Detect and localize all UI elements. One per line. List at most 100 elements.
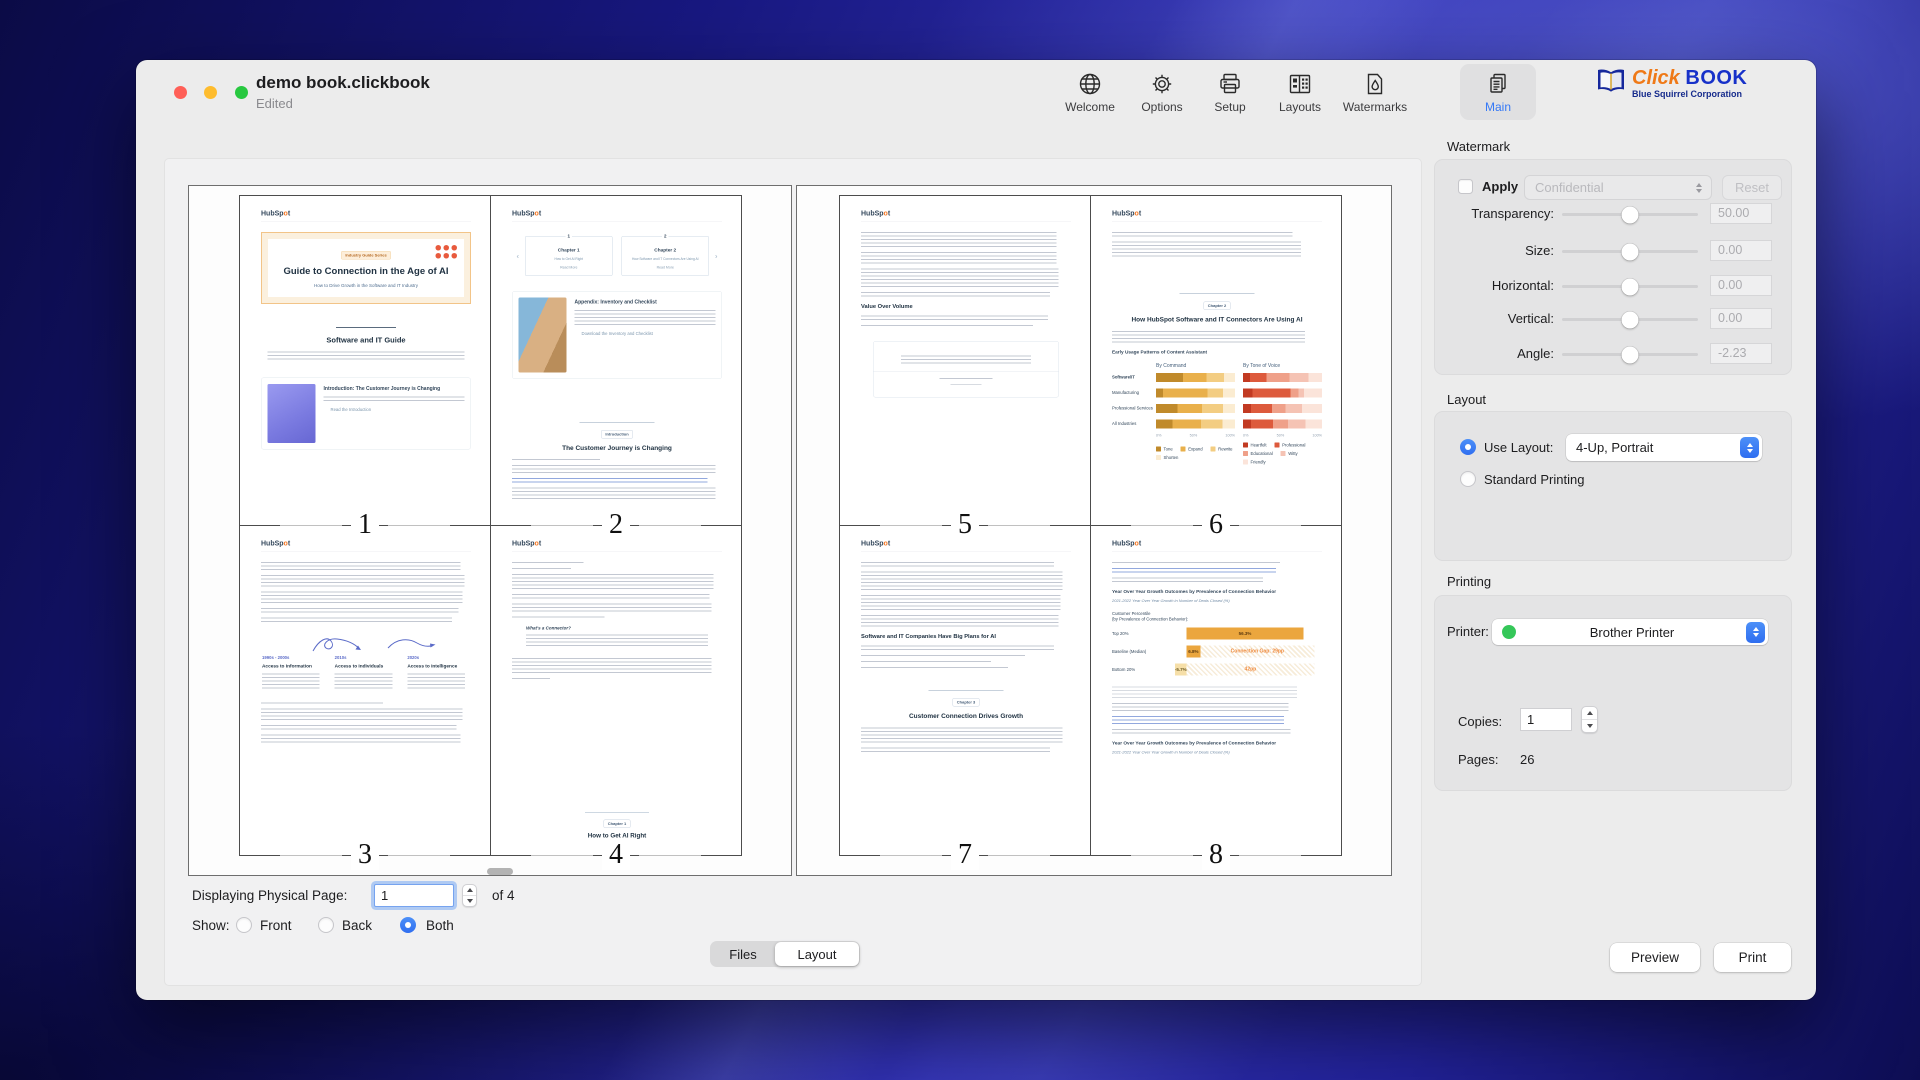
page-stepper[interactable]	[462, 884, 477, 907]
chapter-heading: Introduction The Customer Journey is Chan…	[512, 422, 722, 452]
size-value[interactable]: 0.00	[1710, 240, 1772, 261]
slider-knob[interactable]	[1622, 278, 1639, 295]
horizontal-value[interactable]: 0.00	[1710, 275, 1772, 296]
paragraph-lines	[324, 396, 465, 401]
book-icon	[1596, 68, 1626, 100]
page-number: 6	[1091, 510, 1341, 540]
tab-files[interactable]: Files	[711, 942, 775, 966]
select-stepper-icon	[1689, 177, 1708, 198]
squiggle-arrow-icon	[312, 636, 362, 657]
zoom-button[interactable]	[235, 86, 248, 99]
mini-page-8: HubSpotYear Over Year Growth Outcomes by…	[1090, 525, 1342, 856]
angle-slider[interactable]	[1562, 353, 1698, 356]
card-link: Download the Inventory and Checklist	[582, 331, 716, 336]
mini-page-5: HubSpotValue Over Volume5	[839, 195, 1091, 526]
stepper-up[interactable]	[1582, 707, 1597, 719]
chart-heading: Year Over Year Growth Outcomes by Preval…	[1112, 740, 1322, 746]
page-number: 5	[840, 510, 1090, 540]
watermark-preset-select[interactable]: Confidential	[1524, 175, 1712, 200]
chart-annotation: 42pp	[1245, 667, 1257, 673]
toolbar-options[interactable]: Options	[1124, 64, 1200, 120]
radio-back-label: Back	[342, 918, 372, 933]
radio-back[interactable]	[318, 917, 334, 933]
radio-front[interactable]	[236, 917, 252, 933]
chapter-badge: Introduction	[601, 430, 633, 439]
physical-sheet-front: HubSpotIndustry Guide SeriesGuide to Con…	[188, 185, 792, 876]
stacked-bar	[1156, 388, 1235, 397]
clickbook-logo: Click BOOK Blue Squirrel Corporation	[1596, 68, 1747, 100]
chapter-carousel: ‹1Chapter 1How to Get AI RightRead More2…	[525, 236, 709, 276]
tab-layout[interactable]: Layout	[775, 942, 859, 966]
copies-input[interactable]	[1520, 708, 1572, 731]
chart-bar: 56.3%	[1186, 627, 1303, 639]
use-layout-radio[interactable]	[1460, 439, 1476, 455]
toolbar-layouts[interactable]: Layouts	[1262, 64, 1338, 120]
paragraph-lines	[407, 674, 465, 689]
standard-printing-radio[interactable]	[1460, 471, 1476, 487]
transparency-row: Transparency: 50.00	[1434, 203, 1792, 225]
chapter-title: The Customer Journey is Changing	[512, 443, 722, 452]
window-title: demo book.clickbook	[256, 73, 430, 93]
layout-section-title: Layout	[1447, 392, 1486, 407]
radio-front-label: Front	[260, 918, 292, 933]
radio-both[interactable]	[400, 917, 416, 933]
paragraph-lines	[512, 594, 709, 599]
chart-subtitle: 2021-2022 Year Over Year Growth in Numbe…	[1112, 599, 1322, 604]
stacked-bar	[1156, 404, 1235, 413]
use-layout-label: Use Layout:	[1484, 440, 1553, 455]
slider-knob[interactable]	[1622, 346, 1639, 363]
transparency-value[interactable]: 50.00	[1710, 203, 1772, 224]
layout-select[interactable]: 4-Up, Portrait	[1566, 434, 1762, 461]
vertical-value[interactable]: 0.00	[1710, 308, 1772, 329]
logo-book: BOOK	[1685, 67, 1747, 89]
transparency-slider[interactable]	[1562, 213, 1698, 216]
chart-annotation: Connection Gap: 29pp	[1231, 649, 1284, 655]
chart-bar: 6.8%	[1186, 645, 1200, 657]
chart-hatch: 42pp	[1186, 663, 1314, 675]
slider-knob[interactable]	[1622, 206, 1639, 223]
page-count-label: of 4	[492, 888, 515, 903]
chart-subtitle: 2021-2022 Year Over Year Growth in Numbe…	[1112, 750, 1322, 755]
angle-value[interactable]: -2.23	[1710, 343, 1772, 364]
stepper-up[interactable]	[463, 885, 476, 895]
toolbar-main[interactable]: Main	[1460, 64, 1536, 120]
page-field-label: Displaying Physical Page:	[192, 888, 347, 903]
print-button[interactable]: Print	[1714, 943, 1791, 972]
toolbar-setup[interactable]: Setup	[1192, 64, 1268, 120]
connection-gap-chart: Customer Percentile(by Prevalence of Con…	[1112, 611, 1322, 681]
slider-knob[interactable]	[1622, 243, 1639, 260]
close-button[interactable]	[174, 86, 187, 99]
toolbar-watermarks[interactable]: Watermarks	[1337, 64, 1413, 120]
copies-label: Copies:	[1458, 714, 1502, 729]
chapter-badge: Chapter 2	[1203, 302, 1230, 311]
printing-section-title: Printing	[1447, 574, 1491, 589]
document-icon	[1485, 71, 1511, 97]
reset-button[interactable]: Reset	[1722, 175, 1782, 200]
printer-select[interactable]: Brother Printer	[1492, 619, 1768, 645]
chapter-card-title: Chapter 2	[628, 248, 703, 254]
toolbar-watermarks-label: Watermarks	[1343, 100, 1407, 114]
page-number-input[interactable]	[374, 884, 454, 907]
apply-checkbox[interactable]	[1458, 179, 1473, 194]
stepper-down[interactable]	[463, 895, 476, 906]
window-status: Edited	[256, 96, 293, 111]
preview-button[interactable]: Preview	[1610, 943, 1700, 972]
paragraph-lines	[261, 562, 461, 570]
paragraph-lines	[861, 655, 1025, 656]
select-stepper-icon	[1746, 622, 1765, 643]
paragraph-lines	[861, 252, 1056, 264]
stepper-down[interactable]	[1582, 719, 1597, 732]
pull-quote: What's a Connector?	[526, 626, 708, 652]
horizontal-slider[interactable]	[1562, 285, 1698, 288]
size-slider[interactable]	[1562, 250, 1698, 253]
paragraph-lines	[861, 572, 1063, 591]
minimize-button[interactable]	[204, 86, 217, 99]
copies-stepper[interactable]	[1581, 706, 1598, 733]
paragraph-lines	[261, 735, 461, 743]
slider-knob[interactable]	[1622, 311, 1639, 328]
timeline: 1990s - 2000sAccess to Information2010sA…	[262, 636, 470, 694]
angle-row: Angle: -2.23	[1434, 343, 1792, 365]
toolbar-welcome[interactable]: Welcome	[1052, 64, 1128, 120]
timeline-item: 2010sAccess to Individuals	[335, 655, 398, 694]
vertical-slider[interactable]	[1562, 318, 1698, 321]
